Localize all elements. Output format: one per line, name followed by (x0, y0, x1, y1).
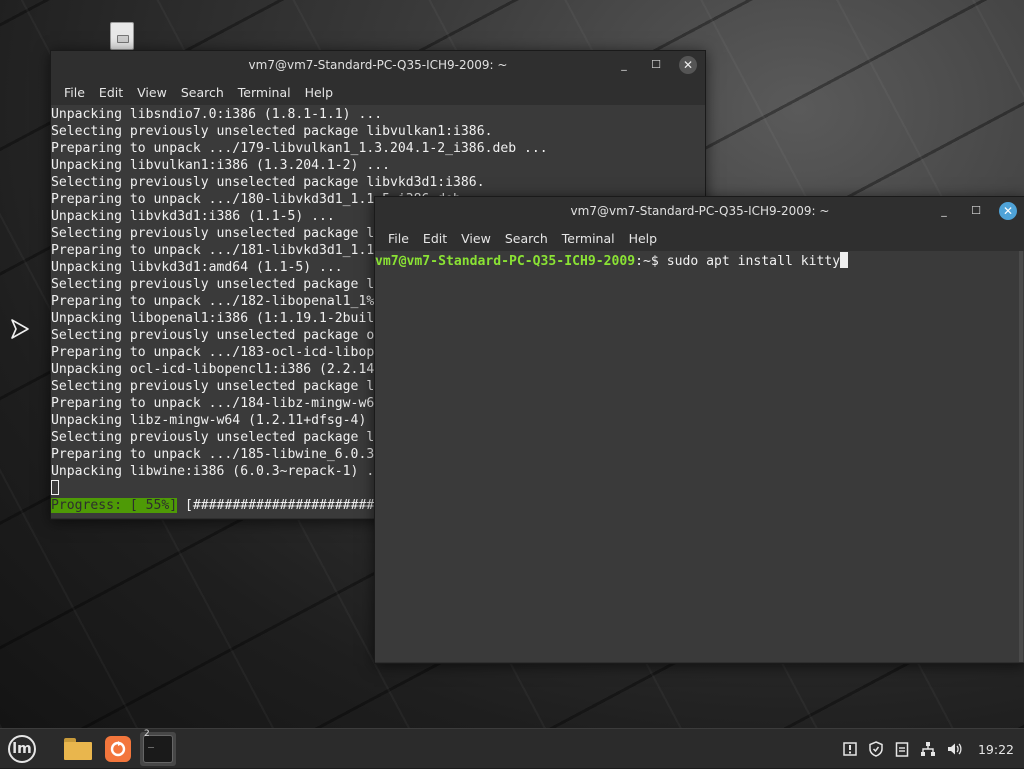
maximize-icon[interactable]: ☐ (967, 202, 985, 220)
shield-icon[interactable] (868, 741, 884, 757)
menu-terminal[interactable]: Terminal (555, 231, 622, 246)
menu-view[interactable]: View (130, 85, 174, 100)
close-icon[interactable]: ✕ (679, 56, 697, 74)
terminal-cursor (51, 480, 59, 495)
clock[interactable]: 19:22 (978, 742, 1014, 757)
output-line: Unpacking libsndio7.0:i386 (1.8.1-1.1) .… (51, 107, 383, 122)
files-launcher[interactable] (60, 732, 96, 766)
usb-drive-icon[interactable] (110, 22, 134, 50)
prompt-user: vm7@vm7-Standard-PC-Q35-ICH9-2009 (375, 254, 636, 269)
menu-edit[interactable]: Edit (92, 85, 130, 100)
mouse-pointer-icon (11, 319, 29, 339)
output-line: Preparing to unpack .../179-libvulkan1_1… (51, 141, 548, 156)
terminal-icon: _ (143, 735, 173, 763)
clipboard-icon[interactable] (894, 741, 910, 757)
front-terminal-output[interactable]: vm7@vm7-Standard-PC-Q35-ICH9-2009:~$ sud… (375, 251, 1024, 662)
menu-view[interactable]: View (454, 231, 498, 246)
command-text: sudo apt install kitty (666, 254, 841, 269)
notifications-icon[interactable] (842, 741, 858, 757)
front-terminal-window[interactable]: vm7@vm7-Standard-PC-Q35-ICH9-2009: ~ _ ☐… (374, 196, 1024, 664)
update-manager-icon (105, 736, 131, 762)
desktop: vm7@vm7-Standard-PC-Q35-ICH9-2009: ~ _ ☐… (0, 0, 1024, 728)
menu-search[interactable]: Search (174, 85, 231, 100)
menu-search[interactable]: Search (498, 231, 555, 246)
minimize-icon[interactable]: _ (935, 202, 953, 220)
menu-button[interactable]: lm (4, 732, 40, 766)
menu-terminal[interactable]: Terminal (231, 85, 298, 100)
back-terminal-titlebar[interactable]: vm7@vm7-Standard-PC-Q35-ICH9-2009: ~ _ ☐… (51, 51, 705, 79)
network-icon[interactable] (920, 741, 936, 757)
front-terminal-titlebar[interactable]: vm7@vm7-Standard-PC-Q35-ICH9-2009: ~ _ ☐… (375, 197, 1024, 225)
maximize-icon[interactable]: ☐ (647, 56, 665, 74)
scrollbar[interactable] (1019, 251, 1023, 662)
terminal-cursor (840, 252, 849, 268)
output-line: Selecting previously unselected package … (51, 124, 493, 139)
prompt-line: vm7@vm7-Standard-PC-Q35-ICH9-2009:~$ sud… (375, 252, 1024, 269)
menu-help[interactable]: Help (622, 231, 665, 246)
minimize-icon[interactable]: _ (615, 56, 633, 74)
window-title: vm7@vm7-Standard-PC-Q35-ICH9-2009: ~ (248, 58, 508, 72)
output-line: Unpacking libvulkan1:i386 (1.3.204.1-2) … (51, 158, 390, 173)
menu-edit[interactable]: Edit (416, 231, 454, 246)
prompt-suffix: :~$ (635, 254, 667, 269)
system-tray: 19:22 (842, 729, 1014, 769)
output-line: Selecting previously unselected package … (51, 175, 485, 190)
close-icon[interactable]: ✕ (999, 202, 1017, 220)
menu-file[interactable]: File (381, 231, 416, 246)
window-title: vm7@vm7-Standard-PC-Q35-ICH9-2009: ~ (570, 204, 830, 218)
volume-icon[interactable] (946, 741, 962, 757)
taskbar: lm _ 19:22 (0, 728, 1024, 768)
back-terminal-menubar: File Edit View Search Terminal Help (51, 79, 705, 105)
menu-file[interactable]: File (57, 85, 92, 100)
menu-help[interactable]: Help (298, 85, 341, 100)
update-manager-launcher[interactable] (100, 732, 136, 766)
workspace-badge: 2 (144, 729, 150, 739)
progress-label: Progress: [ 55%] (51, 498, 178, 513)
linux-mint-logo-icon: lm (8, 735, 36, 763)
front-terminal-menubar: File Edit View Search Terminal Help (375, 225, 1024, 251)
folder-icon (64, 738, 92, 760)
